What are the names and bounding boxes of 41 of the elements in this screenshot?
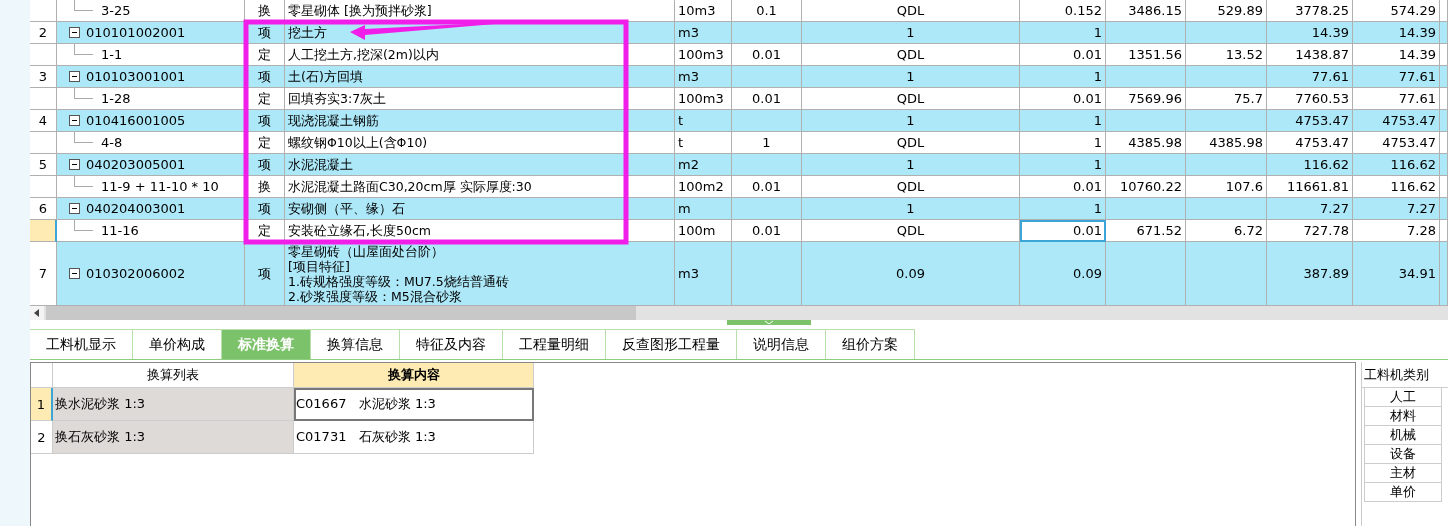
conversion-content-cell[interactable]: C01667 水泥砂浆 1:3 (294, 388, 534, 421)
collapse-icon[interactable] (69, 268, 80, 279)
category-item[interactable]: 单价 (1364, 483, 1442, 502)
category-item[interactable]: 人工 (1364, 388, 1442, 407)
tab[interactable]: 反查图形工程量 (606, 329, 737, 359)
quantity-cell: 1 (1020, 198, 1106, 220)
tab[interactable]: 换算信息 (311, 329, 400, 359)
conversion-list-cell[interactable]: 换石灰砂浆 1:3 (53, 421, 294, 454)
tab[interactable]: 组价方案 (826, 329, 915, 359)
collapse-icon[interactable] (69, 71, 80, 82)
collapse-icon[interactable] (69, 27, 80, 38)
collapse-icon[interactable] (69, 203, 80, 214)
collapse-icon[interactable] (69, 159, 80, 170)
horizontal-scrollbar[interactable] (30, 306, 1448, 320)
row-number-cell: 6 (30, 198, 57, 220)
row-number-cell: 7 (30, 242, 57, 306)
category-item[interactable]: 设备 (1364, 445, 1442, 464)
column-header: 换算内容 (294, 363, 534, 388)
conversion-content-cell[interactable]: C01731 石灰砂浆 1:3 (294, 421, 534, 454)
category-item[interactable]: 机械 (1364, 426, 1442, 445)
tab[interactable]: 工料机显示 (30, 329, 133, 359)
quantity-cell: 0.01 (1020, 220, 1106, 242)
category-header: 工料机类别 (1362, 362, 1448, 388)
category-item[interactable]: 材料 (1364, 407, 1442, 426)
tab[interactable]: 说明信息 (737, 329, 826, 359)
type-cell: 定 (245, 220, 285, 242)
scrollbar-thumb[interactable] (46, 306, 636, 320)
row-number-cell: 4 (30, 110, 57, 132)
type-cell: 换 (245, 0, 285, 22)
row-number-cell: 5 (30, 154, 57, 176)
splitter-handle[interactable] (727, 320, 811, 325)
row-number-cell: 2 (30, 22, 57, 44)
tab[interactable]: 工程量明细 (503, 329, 606, 359)
category-item[interactable]: 主材 (1364, 464, 1442, 483)
scroll-left-icon[interactable] (30, 306, 44, 320)
row-number-cell: 1 (31, 388, 53, 421)
tab[interactable]: 特征及内容 (400, 329, 503, 359)
tab[interactable]: 单价构成 (133, 329, 222, 359)
row-number-cell: 3 (30, 66, 57, 88)
conversion-list-cell[interactable]: 换水泥砂浆 1:3 (53, 388, 294, 421)
collapse-icon[interactable] (69, 115, 80, 126)
